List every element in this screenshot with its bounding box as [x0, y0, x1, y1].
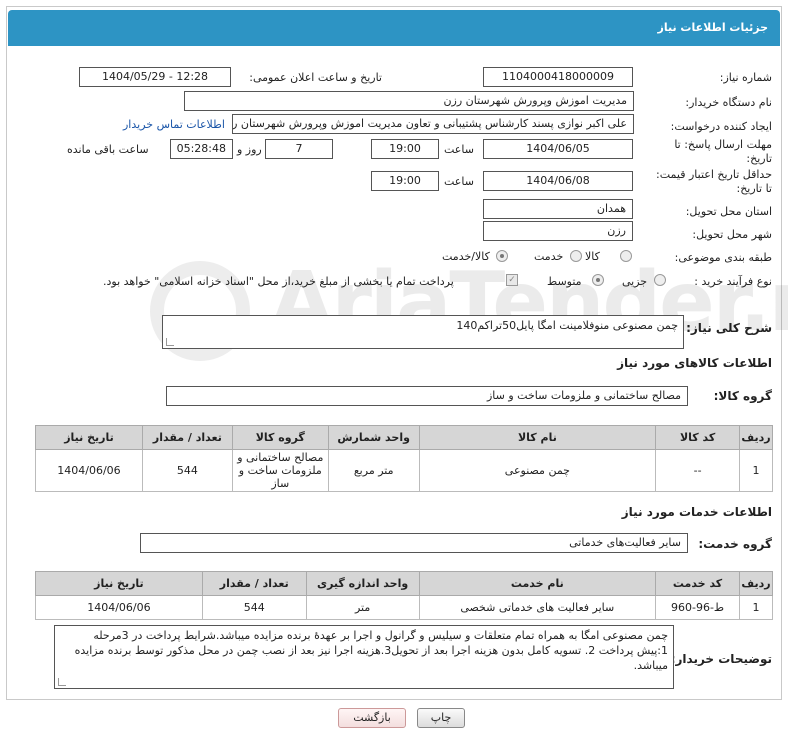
category-option-goods-service: کالا/خدمت [442, 250, 490, 263]
announce-datetime-value: 1404/05/29 - 12:28 [79, 67, 231, 87]
remaining-days: 7 [265, 139, 333, 159]
category-option-goods: کالا [585, 250, 600, 263]
services-col-code: کد خدمت [655, 571, 741, 596]
services-cell-name: سایر فعالیت های خدماتی شخصی [418, 595, 657, 620]
goods-cell-unit: متر مربع [327, 449, 420, 492]
category-option-service: خدمت [534, 250, 564, 263]
announce-datetime-label: تاریخ و ساعت اعلان عمومی: [249, 71, 382, 84]
goods-col-unit: واحد شمارش [327, 425, 420, 450]
description-label: شرح کلی نیاز: [686, 321, 772, 335]
services-col-row: ردیف [739, 571, 773, 596]
goods-cell-qty: 544 [141, 449, 233, 492]
goods-col-name: نام کالا [418, 425, 657, 450]
description-textarea[interactable]: چمن مصنوعی منوفلامینت امگا پایل50تراکم14… [162, 315, 684, 349]
panel-title: جزئیات اطلاعات نیاز [657, 21, 769, 34]
deadline-label: مهلت ارسال پاسخ: تا تاریخ: [674, 138, 772, 165]
remaining-days-label: روز و [237, 143, 262, 156]
services-cell-code: ط-96-960 [655, 595, 741, 620]
category-label: طبقه بندی موضوعی: [674, 251, 772, 264]
buyer-org-value: مدیریت اموزش وپرورش شهرستان رزن [184, 91, 634, 111]
purchase-option-medium: متوسط [547, 275, 582, 288]
treasury-bond-checkbox[interactable]: ✓ [506, 274, 518, 286]
city-label: شهر محل تحویل: [692, 228, 772, 241]
table-row: 1 ط-96-960 سایر فعالیت های خدماتی شخصی م… [35, 595, 773, 620]
purchase-radio-minor[interactable] [654, 274, 666, 286]
panel-header: جزئیات اطلاعات نیاز [8, 10, 780, 46]
price-validity-time: 19:00 [371, 171, 439, 191]
city-value: رزن [483, 221, 633, 241]
services-cell-row: 1 [739, 595, 773, 620]
goods-cell-row: 1 [739, 449, 773, 492]
print-button[interactable]: چاپ [417, 708, 465, 728]
need-number-value: 1104000418000009 [483, 67, 633, 87]
treasury-bond-note: پرداخت تمام یا بخشی از مبلغ خرید،از محل … [103, 275, 454, 288]
deadline-time: 19:00 [371, 139, 439, 159]
requester-label: ایجاد کننده درخواست: [670, 120, 772, 133]
deadline-date: 1404/06/05 [483, 139, 633, 159]
services-table-header: ردیف کد خدمت نام خدمت واحد اندازه گیری ت… [35, 571, 773, 596]
services-group-label: گروه خدمت: [698, 537, 772, 551]
province-value: همدان [483, 199, 633, 219]
goods-group-value: مصالح ساختمانی و ملزومات ساخت و ساز [166, 386, 688, 406]
resize-grip-icon[interactable] [58, 678, 66, 686]
category-radio-goods-service[interactable] [496, 250, 508, 262]
goods-col-code: کد کالا [655, 425, 741, 450]
requester-value: علی اکبر نوازی پسند کارشناس پشتیبانی و ت… [232, 114, 634, 134]
purchase-option-minor: جزیی [622, 275, 648, 288]
services-col-unit: واحد اندازه گیری [305, 571, 420, 596]
services-section-title: اطلاعات خدمات مورد نیاز [621, 505, 772, 519]
table-row: 1 -- چمن مصنوعی متر مربع مصالح ساختمانی … [35, 449, 773, 492]
goods-cell-group: مصالح ساختمانی و ملزومات ساخت و ساز [231, 449, 329, 492]
goods-table-header: ردیف کد کالا نام کالا واحد شمارش گروه کا… [35, 425, 773, 450]
services-table: ردیف کد خدمت نام خدمت واحد اندازه گیری ت… [35, 571, 773, 620]
goods-col-row: ردیف [739, 425, 773, 450]
remaining-time: 05:28:48 [170, 139, 233, 159]
price-validity-date: 1404/06/08 [483, 171, 633, 191]
services-cell-date: 1404/06/06 [35, 595, 203, 620]
purchase-radio-medium[interactable] [592, 274, 604, 286]
goods-col-date: تاریخ نیاز [35, 425, 143, 450]
goods-cell-name: چمن مصنوعی [418, 449, 657, 492]
buyer-org-label: نام دستگاه خریدار: [685, 96, 772, 109]
remaining-time-label: ساعت باقی مانده [67, 143, 149, 156]
goods-section-title: اطلاعات کالاهای مورد نیاز [617, 356, 772, 370]
category-radio-goods[interactable] [620, 250, 632, 262]
deadline-time-label: ساعت [444, 143, 474, 156]
services-cell-qty: 544 [201, 595, 307, 620]
resize-grip-icon[interactable] [166, 338, 174, 346]
price-validity-time-label: ساعت [444, 175, 474, 188]
services-col-qty: تعداد / مقدار [201, 571, 307, 596]
buyer-notes-textarea[interactable]: چمن مصنوعی امگا به همراه تمام متعلقات و … [54, 625, 674, 689]
services-col-date: تاریخ نیاز [35, 571, 203, 596]
services-col-name: نام خدمت [418, 571, 657, 596]
need-number-label: شماره نیاز: [719, 71, 772, 84]
price-validity-label: حداقل تاریخ اعتبار قیمت: تا تاریخ: [656, 168, 772, 195]
goods-table: ردیف کد کالا نام کالا واحد شمارش گروه کا… [35, 425, 773, 492]
goods-cell-date: 1404/06/06 [35, 449, 143, 492]
category-radio-service[interactable] [570, 250, 582, 262]
buyer-contact-link[interactable]: اطلاعات تماس خریدار [123, 118, 225, 131]
goods-group-label: گروه کالا: [713, 389, 772, 403]
purchase-type-label: نوع فرآیند خرید : [694, 275, 772, 288]
services-cell-unit: متر [305, 595, 420, 620]
goods-cell-code: -- [655, 449, 741, 492]
goods-col-qty: تعداد / مقدار [141, 425, 233, 450]
province-label: استان محل تحویل: [685, 205, 772, 218]
back-button[interactable]: بازگشت [338, 708, 406, 728]
buyer-notes-text: چمن مصنوعی امگا به همراه تمام متعلقات و … [74, 629, 668, 672]
services-group-value: سایر فعالیت‌های خدماتی [140, 533, 688, 553]
description-text: چمن مصنوعی منوفلامینت امگا پایل50تراکم14… [456, 319, 678, 332]
goods-col-group: گروه کالا [231, 425, 329, 450]
buyer-notes-label: توضیحات خریدار: [670, 652, 772, 666]
